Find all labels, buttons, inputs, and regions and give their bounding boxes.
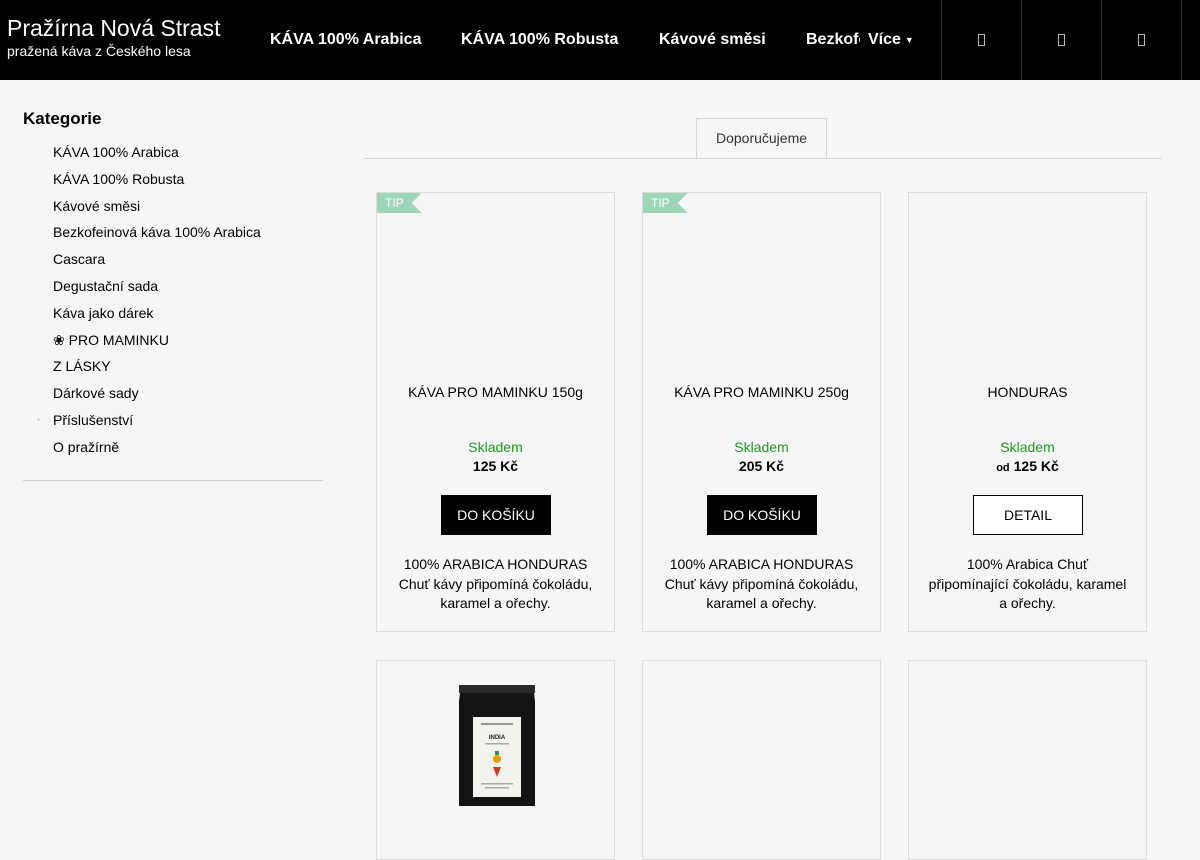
product-price-value: 205 Kč bbox=[738, 458, 785, 474]
cart-icon bbox=[1138, 34, 1145, 46]
product-price-value: 125 Kč bbox=[1013, 458, 1059, 474]
chevron-down-icon: ▼ bbox=[904, 35, 914, 45]
category-item-z-lasky[interactable]: Z LÁSKY bbox=[23, 353, 323, 380]
product-card[interactable]: TIP KÁVA PRO MAMINKU 250g Skladem 205 Kč… bbox=[642, 192, 881, 632]
brand-title[interactable]: Pražírna Nová Strast bbox=[7, 14, 220, 42]
search-icon bbox=[978, 34, 985, 46]
nav-item-arabica[interactable]: KÁVA 100% Arabica bbox=[270, 0, 421, 80]
price-prefix: od bbox=[996, 462, 1010, 474]
site-header: Pražírna Nová Strast pražená káva z Česk… bbox=[0, 0, 1200, 80]
product-price: od 125 Kč bbox=[909, 458, 1146, 474]
product-card[interactable] bbox=[908, 660, 1147, 860]
product-name[interactable]: KÁVA PRO MAMINKU 250g bbox=[653, 383, 870, 401]
account-button[interactable] bbox=[1021, 0, 1101, 80]
category-item-cascara[interactable]: Cascara bbox=[23, 246, 323, 273]
category-item-kava-jako-darek[interactable]: Káva jako dárek bbox=[23, 300, 323, 327]
stock-status: Skladem bbox=[468, 439, 523, 455]
category-item-darkove-sady[interactable]: Dárkové sady bbox=[23, 380, 323, 407]
category-item-pro-maminku[interactable]: ❀ PRO MAMINKU bbox=[23, 327, 323, 354]
product-price: 125 Kč bbox=[377, 458, 614, 474]
category-item-smesi[interactable]: Kávové směsi bbox=[23, 193, 323, 220]
detail-button[interactable]: DETAIL bbox=[973, 495, 1083, 535]
category-item-label: Příslušenství bbox=[53, 411, 134, 428]
product-card[interactable]: INDIA bbox=[376, 660, 615, 860]
tip-flag: TIP bbox=[643, 193, 688, 213]
tabs-baseline bbox=[364, 158, 1162, 159]
product-name[interactable]: KÁVA PRO MAMINKU 150g bbox=[387, 383, 604, 401]
expand-bullet-icon: ◦ bbox=[37, 414, 40, 424]
stock-status: Skladem bbox=[734, 439, 789, 455]
sidebar-divider bbox=[23, 480, 323, 481]
bag-label: INDIA bbox=[489, 735, 506, 741]
product-card[interactable]: TIP KÁVA PRO MAMINKU 150g Skladem 125 Kč… bbox=[376, 192, 615, 632]
product-name[interactable]: HONDURAS bbox=[919, 383, 1136, 401]
nav-more-label: Více bbox=[868, 31, 901, 49]
add-to-cart-button[interactable]: DO KOŠÍKU bbox=[707, 495, 817, 535]
brand-subtitle: pražená káva z Českého lesa bbox=[7, 43, 191, 59]
nav-item-robusta[interactable]: KÁVA 100% Robusta bbox=[461, 0, 618, 80]
tab-doporucujeme[interactable]: Doporučujeme bbox=[696, 118, 827, 158]
product-description: 100% ARABICA HONDURAS Chuť kávy připomín… bbox=[664, 556, 859, 611]
cart-button[interactable] bbox=[1101, 0, 1182, 80]
product-price: 205 Kč bbox=[643, 458, 880, 474]
user-icon bbox=[1058, 34, 1065, 46]
product-card[interactable] bbox=[642, 660, 881, 860]
category-item-o-prazirne[interactable]: O pražírně bbox=[23, 434, 323, 461]
category-item-prislusenstvi[interactable]: ◦ Příslušenství bbox=[23, 407, 323, 434]
category-sidebar: Kategorie KÁVA 100% Arabica KÁVA 100% Ro… bbox=[23, 105, 323, 481]
nav-item-smesi[interactable]: Kávové směsi bbox=[659, 0, 766, 80]
category-list: KÁVA 100% Arabica KÁVA 100% Robusta Kávo… bbox=[23, 139, 323, 461]
category-item-degustacni-sada[interactable]: Degustační sada bbox=[23, 273, 323, 300]
search-button[interactable] bbox=[941, 0, 1021, 80]
product-price-value: 125 Kč bbox=[472, 458, 519, 474]
nav-item-bezkofeinova[interactable]: Bezkofeinová káva 100% Arabica bbox=[806, 0, 860, 80]
category-item-robusta[interactable]: KÁVA 100% Robusta bbox=[23, 166, 323, 193]
product-description: 100% ARABICA HONDURAS Chuť kávy připomín… bbox=[398, 556, 593, 611]
stock-status: Skladem bbox=[1000, 439, 1055, 455]
category-item-arabica[interactable]: KÁVA 100% Arabica bbox=[23, 139, 323, 166]
tip-flag: TIP bbox=[377, 193, 422, 213]
brand-logo[interactable]: Pražírna Nová Strast pražená káva z Česk… bbox=[7, 14, 220, 60]
product-description: 100% Arabica Chuť připomínající čokoládu… bbox=[928, 556, 1127, 611]
nav-more-button[interactable]: Více ▼ bbox=[868, 0, 914, 80]
product-card[interactable]: HONDURAS Skladem od 125 Kč DETAIL 100% Ar… bbox=[908, 192, 1147, 632]
coffee-bag-image[interactable]: INDIA bbox=[455, 681, 539, 806]
sidebar-title: Kategorie bbox=[23, 109, 102, 128]
add-to-cart-button[interactable]: DO KOŠÍKU bbox=[441, 495, 551, 535]
category-item-bezkofeinova[interactable]: Bezkofeinová káva 100% Arabica bbox=[23, 219, 323, 246]
